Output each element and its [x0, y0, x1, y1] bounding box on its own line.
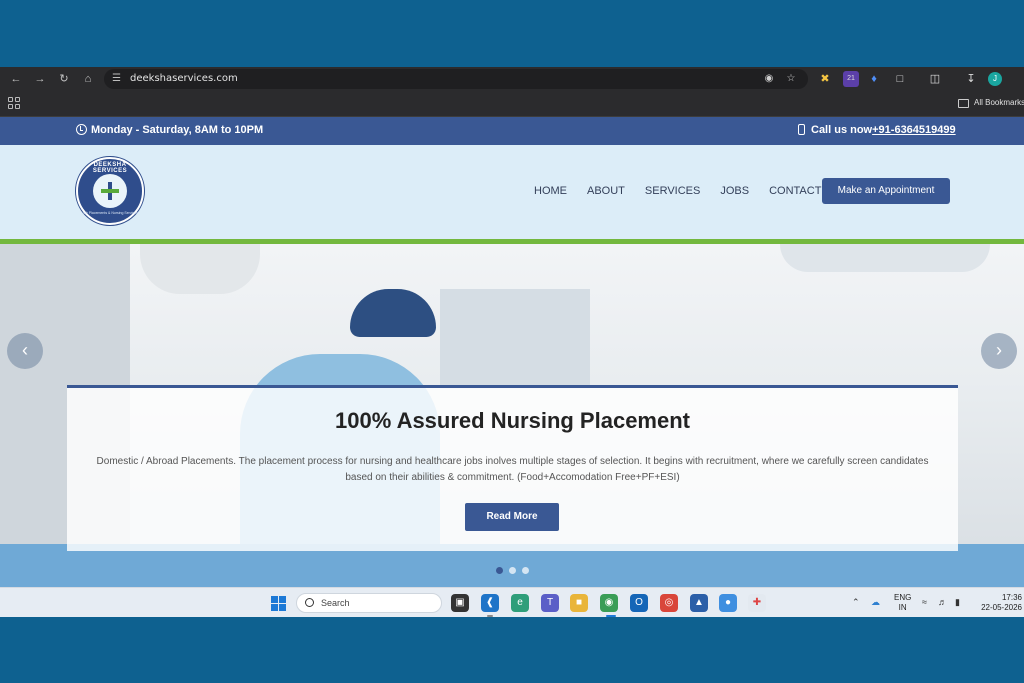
- call-label: Call us now: [811, 124, 873, 136]
- logo-text: DEEKSHA SERVICES: [92, 162, 128, 174]
- bookmarks-bar: All Bookmarks: [0, 91, 1024, 117]
- extension-badge-icon[interactable]: 21: [843, 71, 859, 87]
- appointment-button[interactable]: Make an Appointment: [822, 178, 950, 204]
- slider-next-button[interactable]: ›: [981, 333, 1017, 369]
- hero-description: Domestic / Abroad Placements. The placem…: [96, 456, 929, 483]
- url-text[interactable]: deekshaservices.com: [130, 72, 238, 86]
- download-icon[interactable]: ↧: [963, 71, 979, 87]
- site-info-icon[interactable]: ☰: [112, 72, 124, 86]
- running-indicator: [487, 615, 493, 617]
- extensions-icon[interactable]: □: [892, 71, 908, 87]
- extension-puzzle-icon[interactable]: ✖: [817, 71, 833, 87]
- extension-icon[interactable]: ♦: [866, 71, 882, 87]
- working-hours: Monday - Saturday, 8AM to 10PM: [76, 124, 263, 136]
- slider-dot-2[interactable]: [509, 567, 516, 574]
- hero-slider: ‹ › 100% Assured Nursing Placement Domes…: [0, 244, 1024, 587]
- bookmark-star-icon[interactable]: ☆: [784, 72, 798, 86]
- hero-caption: 100% Assured Nursing Placement Domestic …: [67, 385, 958, 551]
- nav-contact[interactable]: CONTACT: [769, 185, 821, 197]
- forward-icon[interactable]: →: [32, 71, 48, 87]
- snipping-tool-icon[interactable]: ✚: [748, 594, 766, 612]
- active-indicator: [606, 615, 616, 617]
- apps-grid-icon[interactable]: [8, 97, 20, 109]
- eye-off-icon[interactable]: ◉: [762, 72, 776, 86]
- nav-services[interactable]: SERVICES: [645, 185, 700, 197]
- hero-title: 100% Assured Nursing Placement: [335, 408, 690, 433]
- nav-home[interactable]: HOME: [534, 185, 567, 197]
- logo-emblem: [93, 174, 127, 208]
- monitor-equipment: [440, 289, 590, 389]
- taskbar: Search ▣ ❰ e T ■ ◉ O ◎ ▲ ● ✚ ⌃ ☁ ENG IN …: [0, 587, 1024, 617]
- clock-icon: [76, 124, 87, 135]
- site-logo[interactable]: DEEKSHA SERVICES Job Placements & Nursin…: [76, 157, 144, 225]
- screen: ← → ↻ ⌂ ☰ deekshaservices.com ◉ ☆ ✖ 21 ♦…: [0, 67, 1024, 617]
- all-bookmarks-link[interactable]: All Bookmarks: [974, 98, 1024, 107]
- side-panel-icon[interactable]: ◫: [927, 71, 943, 87]
- volume-icon[interactable]: ♬: [938, 597, 947, 607]
- nav-about[interactable]: ABOUT: [587, 185, 625, 197]
- call-us: Call us now+91-6364519499: [798, 124, 956, 136]
- surgeon-cap: [350, 289, 436, 337]
- wifi-icon[interactable]: ≈: [922, 597, 927, 607]
- logo-subtext: Job Placements & Nursing Services: [82, 211, 138, 215]
- nav-jobs[interactable]: JOBS: [720, 185, 749, 197]
- tray-overflow-icon[interactable]: ⌃: [852, 597, 860, 608]
- address-bar[interactable]: ☰ deekshaservices.com ◉ ☆: [104, 69, 808, 89]
- reload-icon[interactable]: ↻: [56, 71, 72, 87]
- teams-icon[interactable]: T: [541, 594, 559, 612]
- onedrive-icon[interactable]: ☁: [871, 597, 880, 608]
- slider-prev-button[interactable]: ‹: [7, 333, 43, 369]
- home-icon[interactable]: ⌂: [80, 71, 96, 87]
- vscode-icon[interactable]: ❰: [481, 594, 499, 612]
- medical-cross-icon: [101, 182, 119, 200]
- language-code: ENG: [894, 593, 912, 602]
- phone-link[interactable]: +91-6364519499: [872, 124, 956, 136]
- working-hours-text: Monday - Saturday, 8AM to 10PM: [91, 124, 264, 136]
- chrome-icon[interactable]: ◉: [600, 594, 618, 612]
- system-clock[interactable]: 17:36 22-05-2026: [980, 593, 1022, 613]
- taskbar-search-label: Search: [321, 598, 350, 608]
- slider-dot-3[interactable]: [522, 567, 529, 574]
- windows-start-icon[interactable]: [271, 596, 286, 611]
- target-app-icon[interactable]: ◎: [660, 594, 678, 612]
- site-topbar: Monday - Saturday, 8AM to 10PM Call us n…: [0, 117, 1024, 145]
- task-view-icon[interactable]: ▣: [451, 594, 469, 612]
- browser-toolbar: ← → ↻ ⌂ ☰ deekshaservices.com ◉ ☆ ✖ 21 ♦…: [0, 67, 1024, 91]
- folder-icon: [958, 99, 969, 108]
- taskbar-search[interactable]: Search: [296, 593, 442, 613]
- app-icon[interactable]: ▲: [690, 594, 708, 612]
- back-icon[interactable]: ←: [8, 71, 24, 87]
- surgical-lamp-right: [780, 244, 990, 272]
- profile-avatar[interactable]: J: [988, 72, 1002, 86]
- clock-date: 22-05-2026: [981, 603, 1022, 612]
- slider-dots: [496, 567, 529, 574]
- edge-icon[interactable]: e: [511, 594, 529, 612]
- search-icon: [305, 598, 314, 607]
- battery-icon[interactable]: ▮: [955, 597, 960, 608]
- outlook-icon[interactable]: O: [630, 594, 648, 612]
- slider-dot-1[interactable]: [496, 567, 503, 574]
- globe-app-icon[interactable]: ●: [719, 594, 737, 612]
- region-code: IN: [898, 603, 907, 612]
- read-more-button[interactable]: Read More: [465, 503, 559, 531]
- file-explorer-icon[interactable]: ■: [570, 594, 588, 612]
- main-nav: HOME ABOUT SERVICES JOBS CONTACT: [534, 185, 841, 197]
- language-indicator[interactable]: ENG IN: [894, 593, 911, 613]
- site-header: DEEKSHA SERVICES Job Placements & Nursin…: [0, 145, 1024, 239]
- phone-icon: [798, 124, 805, 135]
- surgical-lamp: [140, 244, 260, 294]
- clock-time: 17:36: [1001, 593, 1022, 602]
